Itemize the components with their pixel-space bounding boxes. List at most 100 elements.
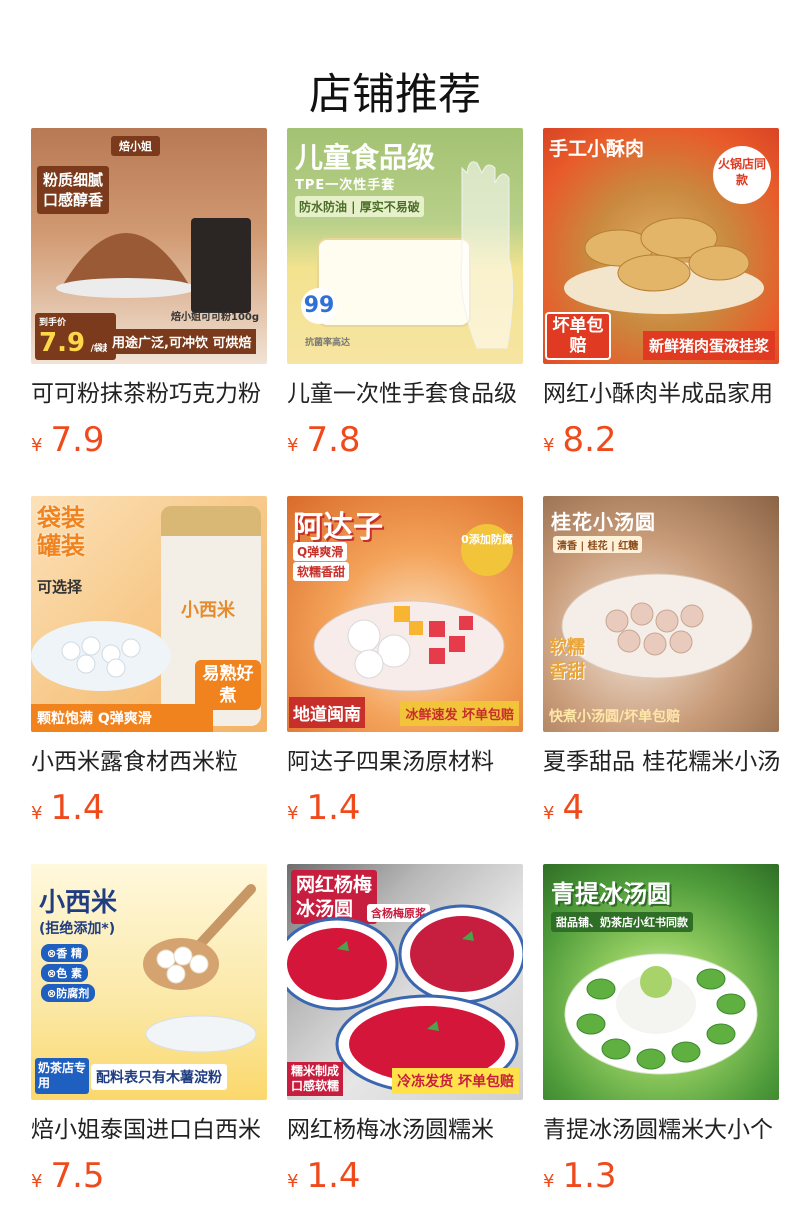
usage-banner: 用途广泛,可冲饮 可烘焙: [107, 329, 257, 354]
sago-spoon-icon: [143, 884, 257, 1053]
product-label: 焙小姐可可粉100g: [171, 312, 260, 323]
feature-tag: 防水防油 | 厚实不易破: [295, 196, 424, 217]
price-value: 1.4: [306, 1156, 361, 1196]
product-card[interactable]: 桂花小汤圆 清香 | 桂花 | 红糖 软糯 香甜 快煮小汤圆/坏单包赔 夏季甜品…: [543, 496, 779, 832]
price-value: 7.9: [50, 420, 105, 460]
brand-logo: 焙小姐: [111, 136, 160, 156]
product-card[interactable]: 袋装 罐装 可选择 小西米 易熟好煮 颗粒饱满 Q弹爽滑 小西米露食材西米粒 ¥…: [31, 496, 267, 832]
feature-tag: Q弹爽滑: [293, 542, 348, 561]
price-value: 1.3: [562, 1156, 617, 1196]
price-tag: 到手价 7.9 /袋起: [35, 313, 116, 360]
no-preservative-tag: ⊗防腐剂: [41, 984, 96, 1002]
product-card[interactable]: 手工小酥肉 火锅店同款 坏单包赔 新鲜猪肉蛋液挂浆 网红小酥肉半成品家用 ¥ 8…: [543, 128, 779, 464]
guarantee-badge: 坏单包赔: [545, 312, 611, 360]
feature-banner: 冰鲜速发 坏单包赔: [400, 701, 519, 726]
texture-label: 糯米制成 口感软糯: [287, 1062, 344, 1096]
product-name[interactable]: 青提冰汤圆糯米大小个: [543, 1114, 779, 1146]
choice-label: 可选择: [37, 578, 83, 596]
product-price: ¥1.3: [543, 1156, 779, 1196]
currency-symbol: ¥: [31, 1171, 43, 1192]
subheadline: TPE一次性手套: [295, 178, 396, 193]
product-image[interactable]: 桂花小汤圆 清香 | 桂花 | 红糖 软糯 香甜 快煮小汤圆/坏单包赔: [543, 496, 779, 732]
product-price: ¥7.8: [287, 420, 523, 460]
product-image[interactable]: 手工小酥肉 火锅店同款 坏单包赔 新鲜猪肉蛋液挂浆: [543, 128, 779, 364]
headline: 桂花小汤圆: [551, 510, 656, 534]
product-name[interactable]: 网红小酥肉半成品家用: [543, 378, 779, 410]
product-name[interactable]: 焙小姐泰国进口白西米: [31, 1114, 267, 1146]
product-image[interactable]: 青提冰汤圆 甜品铺、奶茶店小红书同款: [543, 864, 779, 1100]
feature-banner: 新鲜猪肉蛋液挂浆: [642, 331, 775, 360]
product-name[interactable]: 夏季甜品 桂花糯米小汤圆: [543, 746, 779, 778]
antibacterial-label: 抗菌率高达: [305, 338, 351, 348]
price-value: 1.4: [50, 788, 105, 828]
product-grid: 焙小姐 粉质细腻 口感醇香 焙小姐可可粉100g 到手价 7.9 /袋起 用途广…: [31, 128, 779, 1200]
headline: 手工小酥肉: [549, 138, 645, 160]
currency-symbol: ¥: [543, 1171, 555, 1192]
easy-cook-badge: 易熟好煮: [195, 660, 261, 710]
osmanthus-dumplings-icon: [561, 573, 753, 679]
fried-pork-icon: [564, 217, 764, 314]
disposable-glove-icon: [460, 161, 514, 349]
product-price: ¥1.4: [287, 788, 523, 828]
region-banner: 地道闽南: [289, 697, 365, 728]
no-color-tag: ⊗色 素: [41, 964, 89, 982]
subheadline: (拒绝添加*): [39, 921, 116, 937]
feature-tag: 甜品铺、奶茶店小红书同款: [551, 912, 693, 932]
product-price: ¥7.5: [31, 1156, 267, 1196]
price-value: 1.4: [306, 788, 361, 828]
green-grape-dumplings-icon: [564, 953, 758, 1075]
currency-symbol: ¥: [287, 803, 299, 824]
fruit-dessert-bowl-icon: [313, 600, 505, 692]
product-card[interactable]: 青提冰汤圆 甜品铺、奶茶店小红书同款 青提冰汤圆糯米大小个 ¥1.3: [543, 864, 779, 1200]
antibacterial-badge: 99: [301, 288, 337, 324]
price-value: 7.5: [50, 1156, 105, 1196]
price-value: 7.8: [306, 420, 361, 460]
currency-symbol: ¥: [287, 1171, 299, 1192]
product-card[interactable]: 小西米 (拒绝添加*) ⊗香 精 ⊗色 素 ⊗防腐剂 奶茶店专用 配料表只有木薯…: [31, 864, 267, 1200]
product-image[interactable]: 袋装 罐装 可选择 小西米 易熟好煮 颗粒饱满 Q弹爽滑: [31, 496, 267, 732]
product-name[interactable]: 可可粉抹茶粉巧克力粉: [31, 378, 267, 410]
product-card[interactable]: 焙小姐 粉质细腻 口感醇香 焙小姐可可粉100g 到手价 7.9 /袋起 用途广…: [31, 128, 267, 464]
headline: 小西米: [39, 888, 118, 918]
product-name[interactable]: 阿达子四果汤原材料: [287, 746, 523, 778]
currency-symbol: ¥: [31, 435, 43, 456]
price-value: 4: [562, 788, 585, 828]
cocoa-powder-bowl-icon: [56, 233, 196, 298]
product-price: ¥4: [543, 788, 779, 828]
product-image[interactable]: 小西米 (拒绝添加*) ⊗香 精 ⊗色 素 ⊗防腐剂 奶茶店专用 配料表只有木薯…: [31, 864, 267, 1100]
page-title: 店铺推荐: [309, 69, 481, 120]
product-image[interactable]: 网红杨梅 冰汤圆 含杨梅原浆 糯米制成 口感软糯 冷冻发货 坏单包赔: [287, 864, 523, 1100]
product-name[interactable]: 儿童一次性手套食品级: [287, 378, 523, 410]
package-image: [191, 218, 251, 313]
product-card[interactable]: 儿童食品级 TPE一次性手套 防水防油 | 厚实不易破 99 抗菌率高达 儿童一…: [287, 128, 523, 464]
product-price: ¥7.9: [31, 420, 267, 460]
product-image[interactable]: 阿达子 Q弹爽滑 软糯香甜 0添加防腐 地道闽南 冰鲜速发 坏单包赔: [287, 496, 523, 732]
product-price: ¥1.4: [287, 1156, 523, 1196]
headline: 青提冰汤圆: [551, 880, 671, 908]
no-additive-badge: 0添加防腐: [461, 524, 513, 576]
currency-symbol: ¥: [543, 435, 555, 456]
product-image[interactable]: 焙小姐 粉质细腻 口感醇香 焙小姐可可粉100g 到手价 7.9 /袋起 用途广…: [31, 128, 267, 364]
headline: 袋装 罐装: [37, 504, 85, 560]
milk-tea-badge: 奶茶店专用: [35, 1058, 89, 1094]
currency-symbol: ¥: [287, 435, 299, 456]
feature-banner: 冷冻发货 坏单包赔: [392, 1068, 519, 1094]
feature-tags: 清香 | 桂花 | 红糖: [553, 536, 643, 553]
product-card[interactable]: 网红杨梅 冰汤圆 含杨梅原浆 糯米制成 口感软糯 冷冻发货 坏单包赔 网红杨梅冰…: [287, 864, 523, 1200]
product-price: ¥8.2: [543, 420, 779, 460]
ingredient-banner: 配料表只有木薯淀粉: [91, 1064, 227, 1090]
sago-bowl-icon: [31, 621, 171, 691]
price-value: 8.2: [562, 420, 617, 460]
product-card[interactable]: 阿达子 Q弹爽滑 软糯香甜 0添加防腐 地道闽南 冰鲜速发 坏单包赔 阿达子四果…: [287, 496, 523, 832]
store-recommendations-page: 店铺推荐 焙小姐 粉质细腻 口感醇香 焙小姐可可粉100g 到手价 7.9 /袋…: [0, 0, 790, 1232]
currency-symbol: ¥: [31, 803, 43, 824]
product-name[interactable]: 网红杨梅冰汤圆糯米: [287, 1114, 523, 1146]
feature-banner: 快煮小汤圆/坏单包赔: [549, 709, 681, 725]
currency-symbol: ¥: [543, 803, 555, 824]
headline: 儿童食品级: [295, 141, 436, 174]
jar-label: 小西米: [181, 600, 235, 621]
product-image[interactable]: 儿童食品级 TPE一次性手套 防水防油 | 厚实不易破 99 抗菌率高达: [287, 128, 523, 364]
feature-banner: 颗粒饱满 Q弹爽滑: [31, 704, 213, 732]
texture-label: 软糯 香甜: [549, 637, 585, 682]
product-name[interactable]: 小西米露食材西米粒: [31, 746, 267, 778]
